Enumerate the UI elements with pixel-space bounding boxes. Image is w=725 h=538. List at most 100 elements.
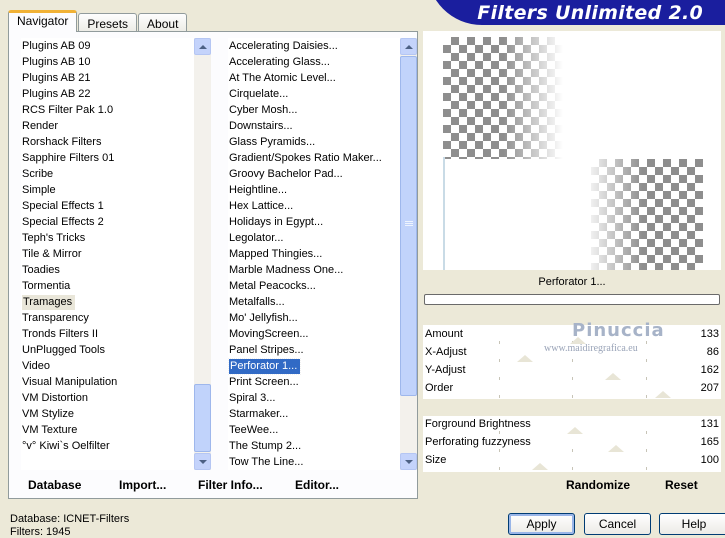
slider-track[interactable] <box>425 463 719 470</box>
slider-track[interactable] <box>425 391 719 398</box>
slider-track[interactable] <box>425 355 719 362</box>
slider-y-adjust[interactable]: Y-Adjust 162 <box>423 362 721 380</box>
slider-value: 133 <box>700 328 719 340</box>
list-item[interactable]: °v° Kiwi`s Oelfilter <box>21 438 209 454</box>
list-item[interactable]: Accelerating Daisies... <box>228 38 417 54</box>
list-item[interactable]: Legolator... <box>228 230 417 246</box>
list-item[interactable]: The Stump 2... <box>228 438 417 454</box>
slider-size[interactable]: Size 100 <box>423 452 721 470</box>
list-item[interactable]: Perforator 1... <box>228 358 417 375</box>
help-button[interactable]: Help <box>659 513 725 535</box>
list-item[interactable]: Cyber Mosh... <box>228 102 417 118</box>
list-item[interactable]: Special Effects 2 <box>21 214 209 230</box>
list-item[interactable]: Panel Stripes... <box>228 342 417 358</box>
slider-perforating-fuzzyness[interactable]: Perforating fuzzyness 165 <box>423 434 721 452</box>
slider-forground-brightness[interactable]: Forground Brightness 131 <box>423 416 721 434</box>
list-item[interactable]: Teph's Tricks <box>21 230 209 246</box>
slider-knob[interactable] <box>566 427 583 434</box>
list-item[interactable]: Metalfalls... <box>228 294 417 310</box>
scroll-up-button[interactable] <box>194 38 211 55</box>
list-item[interactable]: Mo' Jellyfish... <box>228 310 417 326</box>
list-item[interactable]: Video <box>21 358 209 374</box>
list-item[interactable]: Hex Lattice... <box>228 198 417 214</box>
list-item[interactable]: Tile & Mirror <box>21 246 209 262</box>
list-item[interactable]: VM Stylize <box>21 406 209 422</box>
slider-knob[interactable] <box>516 355 533 362</box>
filter-list[interactable]: Accelerating Daisies... Accelerating Glas… <box>228 38 417 470</box>
list-item[interactable]: Rorshack Filters <box>21 134 209 150</box>
list-item[interactable]: Mapped Thingies... <box>228 246 417 262</box>
tab-presets[interactable]: Presets <box>78 13 138 32</box>
list-item[interactable]: Spiral 3... <box>228 390 417 406</box>
list-item[interactable]: Transparency <box>21 310 209 326</box>
navigator-button-row: Database Import... Filter Info... Editor… <box>9 472 419 498</box>
category-list[interactable]: Plugins AB 09 Plugins AB 10 Plugins AB 21 P… <box>21 38 209 470</box>
slider-order[interactable]: Order 207 <box>423 380 721 398</box>
list-item[interactable]: Render <box>21 118 209 134</box>
list-item-label: °v° Kiwi`s Oelfilter <box>22 440 110 452</box>
list-item[interactable]: Holidays in Egypt... <box>228 214 417 230</box>
list-item[interactable]: Downstairs... <box>228 118 417 134</box>
list-item[interactable]: VM Distortion <box>21 390 209 406</box>
list-item[interactable]: Visual Manipulation <box>21 374 209 390</box>
slider-knob[interactable] <box>608 445 625 452</box>
list-item[interactable]: Plugins AB 22 <box>21 86 209 102</box>
randomize-button[interactable]: Randomize <box>566 478 630 492</box>
apply-button[interactable]: Apply <box>508 513 575 535</box>
reset-button[interactable]: Reset <box>665 478 698 492</box>
list-item[interactable]: Print Screen... <box>228 374 417 390</box>
list-item[interactable]: Simple <box>21 182 209 198</box>
list-item[interactable]: VM Texture <box>21 422 209 438</box>
list-item[interactable]: Marble Madness One... <box>228 262 417 278</box>
category-scrollbar[interactable] <box>194 38 211 470</box>
list-item[interactable]: Accelerating Glass... <box>228 54 417 70</box>
scroll-down-button[interactable] <box>400 453 417 470</box>
list-item-label: Mo' Jellyfish... <box>229 312 298 324</box>
list-item[interactable]: Plugins AB 21 <box>21 70 209 86</box>
scroll-down-button[interactable] <box>194 453 211 470</box>
list-item[interactable]: Sapphire Filters 01 <box>21 150 209 166</box>
list-item[interactable]: Tronds Filters II <box>21 326 209 342</box>
list-item[interactable]: MovingScreen... <box>228 326 417 342</box>
tab-navigator[interactable]: Navigator <box>8 10 78 32</box>
list-item[interactable]: Heightline... <box>228 182 417 198</box>
tab-about[interactable]: About <box>138 13 188 32</box>
slider-knob[interactable] <box>655 391 672 398</box>
list-item[interactable]: Tramages <box>21 294 209 310</box>
filter-scrollbar[interactable] <box>400 38 417 470</box>
list-item[interactable]: RCS Filter Pak 1.0 <box>21 102 209 118</box>
slider-empty <box>423 398 721 416</box>
list-item[interactable]: TeeWee... <box>228 422 417 438</box>
list-item-label: Gradient/Spokes Ratio Maker... <box>229 152 382 164</box>
slider-value: 131 <box>700 418 719 430</box>
list-item[interactable]: Scribe <box>21 166 209 182</box>
slider-knob[interactable] <box>605 373 622 380</box>
list-item[interactable]: Tormentia <box>21 278 209 294</box>
list-item[interactable]: Metal Peacocks... <box>228 278 417 294</box>
list-item-label: VM Distortion <box>22 392 89 404</box>
list-item[interactable]: Starmaker... <box>228 406 417 422</box>
filter-info-button[interactable]: Filter Info... <box>198 478 263 492</box>
list-item[interactable]: Plugins AB 10 <box>21 54 209 70</box>
editor-button[interactable]: Editor... <box>295 478 339 492</box>
scroll-thumb[interactable] <box>194 384 211 452</box>
list-item[interactable]: Cirquelate... <box>228 86 417 102</box>
list-item[interactable]: Groovy Bachelor Pad... <box>228 166 417 182</box>
import-button[interactable]: Import... <box>119 478 166 492</box>
list-item-label: Accelerating Glass... <box>229 56 330 68</box>
list-item-label: Heightline... <box>229 184 288 196</box>
slider-track[interactable] <box>425 373 719 380</box>
database-button[interactable]: Database <box>28 478 81 492</box>
scroll-thumb[interactable] <box>400 56 417 396</box>
list-item[interactable]: UnPlugged Tools <box>21 342 209 358</box>
list-item[interactable]: Gradient/Spokes Ratio Maker... <box>228 150 417 166</box>
list-item[interactable]: Special Effects 1 <box>21 198 209 214</box>
list-item[interactable]: Plugins AB 09 <box>21 38 209 54</box>
cancel-button[interactable]: Cancel <box>584 513 651 535</box>
list-item[interactable]: Glass Pyramids... <box>228 134 417 150</box>
slider-knob[interactable] <box>531 463 548 470</box>
scroll-up-button[interactable] <box>400 38 417 55</box>
list-item[interactable]: Tow The Line... <box>228 454 417 470</box>
list-item[interactable]: Toadies <box>21 262 209 278</box>
list-item[interactable]: At The Atomic Level... <box>228 70 417 86</box>
